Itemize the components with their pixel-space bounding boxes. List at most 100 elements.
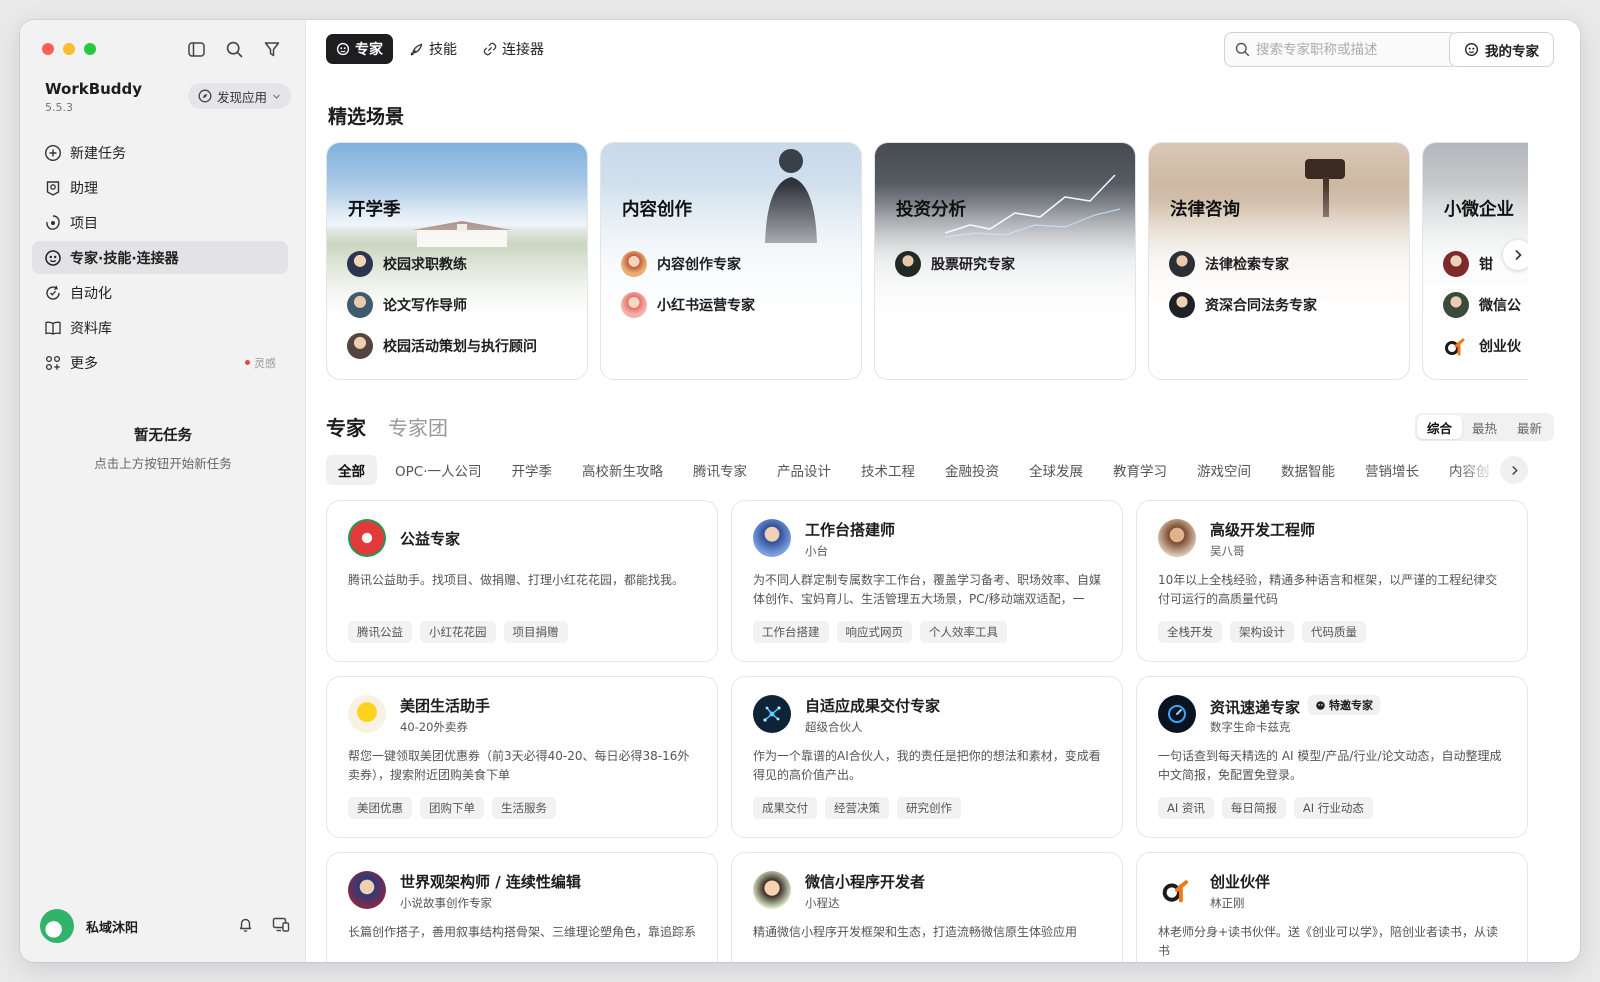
- expert-card[interactable]: 微信小程序开发者 小程达 精通微信小程序开发框架和生态，打造流畅微信原生体验应用: [731, 852, 1123, 962]
- expert-card[interactable]: 创业伙伴 林正刚 林老师分身+读书伙伴。送《创业可以学》，陪创业者读书，从读书: [1136, 852, 1528, 962]
- user-name[interactable]: 私域沐阳: [86, 917, 138, 936]
- empty-tasks-title: 暂无任务: [134, 428, 192, 444]
- sidebar-item-automation[interactable]: 自动化: [32, 276, 288, 309]
- sidebar-toggle-icon[interactable]: [186, 39, 206, 59]
- my-experts-button[interactable]: 我的专家: [1449, 32, 1554, 67]
- scene-expert-name: 创业伙: [1479, 338, 1521, 355]
- tab-expert-teams[interactable]: 专家团: [388, 412, 448, 441]
- scene-expert-item[interactable]: 创业伙: [1443, 325, 1528, 366]
- category-chip[interactable]: 开学季: [499, 455, 564, 485]
- minimize-window-button[interactable]: [63, 43, 75, 55]
- expert-tag: 代码质量: [1302, 621, 1366, 643]
- expert-card[interactable]: 工作台搭建师 小台 为不同人群定制专属数字工作台，覆盖学习备考、职场效率、自媒体…: [731, 500, 1123, 662]
- category-chip[interactable]: 数据智能: [1269, 455, 1347, 485]
- tab-connectors[interactable]: 连接器: [473, 34, 554, 64]
- expert-card[interactable]: 公益专家 腾讯公益助手。找项目、做捐赠、打理小红花花园，都能找我。 腾讯公益 小…: [326, 500, 718, 662]
- scene-expert-item[interactable]: 内容创作专家: [621, 243, 851, 284]
- category-chip[interactable]: 营销增长: [1353, 455, 1431, 485]
- sort-option-overall[interactable]: 综合: [1416, 415, 1462, 439]
- category-chip[interactable]: 全球发展: [1017, 455, 1095, 485]
- search-box[interactable]: [1224, 32, 1458, 67]
- scene-card-school[interactable]: 开学季 校园求职教练 论文写作导师 校园活动策划与执行顾问: [326, 142, 588, 380]
- scene-card-content[interactable]: 内容创作 内容创作专家 小红书运营专家: [600, 142, 862, 380]
- expert-card[interactable]: 高级开发工程师 吴八哥 10年以上全栈经验，精通多种语言和框架，以严谨的工程纪律…: [1136, 500, 1528, 662]
- scene-expert-list: 内容创作专家 小红书运营专家: [621, 243, 851, 325]
- expert-card[interactable]: 美团生活助手 40-20外卖券 帮您一键领取美团优惠券（前3天必得40-20、每…: [326, 676, 718, 838]
- expert-tag: AI 资讯: [1158, 797, 1214, 819]
- scene-expert-item[interactable]: 微信公: [1443, 284, 1528, 325]
- sidebar-item-new-task[interactable]: 新建任务: [32, 136, 288, 169]
- scene-title: 法律咨询: [1170, 200, 1240, 220]
- sidebar-item-library[interactable]: 资料库: [32, 311, 288, 344]
- expert-alias: 40-20外卖券: [400, 720, 468, 734]
- expert-icon: [1465, 43, 1478, 56]
- expert-tags: 工作台搭建 响应式网页 个人效率工具: [753, 621, 1007, 643]
- scene-expert-item[interactable]: 法律检索专家: [1169, 243, 1399, 284]
- search-input[interactable]: [1256, 41, 1446, 58]
- carousel-next-button[interactable]: [1503, 240, 1528, 270]
- expert-name: 资讯速递专家 特邀专家: [1210, 695, 1381, 718]
- sidebar-item-label: 更多: [70, 355, 98, 372]
- avatar: [1169, 250, 1195, 277]
- sort-option-hottest[interactable]: 最热: [1462, 415, 1507, 439]
- category-chip[interactable]: 高校新生攻略: [570, 455, 675, 485]
- devices-icon[interactable]: [272, 916, 290, 937]
- expert-card[interactable]: 资讯速递专家 特邀专家 数字生命卡兹克 一句话查到每天精选的 AI 模型/产品/行…: [1136, 676, 1528, 838]
- expert-description: 腾讯公益助手。找项目、做捐赠、打理小红花花园，都能找我。: [348, 573, 685, 587]
- category-chip[interactable]: 技术工程: [849, 455, 927, 485]
- tab-label: 技能: [429, 42, 457, 58]
- expert-tag: 成果交付: [753, 797, 817, 819]
- expert-description: 一句话查到每天精选的 AI 模型/产品/行业/论文动态，自动整理成中文简报，免配…: [1158, 749, 1502, 782]
- close-window-button[interactable]: [42, 43, 54, 55]
- top-tabs: 专家 技能 连接器: [326, 34, 554, 64]
- category-chip[interactable]: 游戏空间: [1185, 455, 1263, 485]
- expert-icon: [44, 249, 62, 267]
- expert-description: 为不同人群定制专属数字工作台，覆盖学习备考、职场效率、自媒体创作、宝妈育儿、生活…: [753, 573, 1102, 606]
- sidebar-item-label: 专家·技能·连接器: [70, 250, 179, 267]
- category-chip[interactable]: OPC·一人公司: [383, 455, 493, 485]
- sidebar-item-assistant[interactable]: 助理: [32, 171, 288, 204]
- category-chip[interactable]: 腾讯专家: [681, 455, 759, 485]
- sidebar-item-experts[interactable]: 专家·技能·连接器: [32, 241, 288, 274]
- scene-expert-item[interactable]: 论文写作导师: [347, 284, 577, 325]
- expert-card[interactable]: 自适应成果交付专家 超级合伙人 作为一个靠谱的AI合伙人，我的责任是把你的想法和…: [731, 676, 1123, 838]
- scene-expert-item[interactable]: 股票研究专家: [895, 243, 1125, 284]
- book-icon: [44, 319, 62, 337]
- expert-card[interactable]: 世界观架构师 / 连续性编辑 小说故事创作专家 长篇创作搭子，善用叙事结构搭骨架…: [326, 852, 718, 962]
- scene-expert-item[interactable]: 小红书运营专家: [621, 284, 851, 325]
- scene-card-legal[interactable]: 法律咨询 法律检索专家 资深合同法务专家: [1148, 142, 1410, 380]
- sidebar-item-more[interactable]: 更多 灵感: [32, 346, 288, 379]
- sort-option-newest[interactable]: 最新: [1507, 415, 1552, 439]
- category-chip[interactable]: 产品设计: [765, 455, 843, 485]
- category-chip[interactable]: 教育学习: [1101, 455, 1179, 485]
- expert-tag: 生活服务: [492, 797, 556, 819]
- startup-logo-icon: [1443, 332, 1469, 359]
- expert-name: 高级开发工程师: [1210, 521, 1316, 539]
- category-chip[interactable]: 金融投资: [933, 455, 1011, 485]
- tab-experts-list[interactable]: 专家: [326, 412, 366, 441]
- expert-tag: 小红花花园: [420, 621, 496, 643]
- scene-expert-list: 法律检索专家 资深合同法务专家: [1169, 243, 1399, 325]
- scene-expert-item[interactable]: 校园求职教练: [347, 243, 577, 284]
- sidebar-item-project[interactable]: 项目: [32, 206, 288, 239]
- tab-experts[interactable]: 专家: [326, 34, 393, 64]
- project-icon: [44, 214, 62, 232]
- expert-tag: 腾讯公益: [348, 621, 412, 643]
- scene-expert-name: 资深合同法务专家: [1205, 297, 1317, 314]
- scene-expert-item[interactable]: 资深合同法务专家: [1169, 284, 1399, 325]
- search-icon[interactable]: [224, 39, 244, 59]
- category-chip[interactable]: 全部: [326, 455, 377, 485]
- avatar: [347, 250, 373, 277]
- tab-skills[interactable]: 技能: [399, 34, 467, 64]
- category-next-button[interactable]: [1500, 456, 1528, 484]
- avatar: [753, 871, 791, 909]
- filter-icon[interactable]: [262, 39, 282, 59]
- discover-apps-button[interactable]: 发现应用: [188, 83, 292, 109]
- scene-expert-name: 内容创作专家: [657, 256, 741, 273]
- scene-expert-item[interactable]: 校园活动策划与执行顾问: [347, 325, 577, 366]
- avatar[interactable]: [40, 909, 74, 943]
- bell-icon[interactable]: [237, 916, 254, 937]
- my-experts-label: 我的专家: [1485, 43, 1539, 60]
- zoom-window-button[interactable]: [84, 43, 96, 55]
- scene-card-investment[interactable]: 投资分析 股票研究专家: [874, 142, 1136, 380]
